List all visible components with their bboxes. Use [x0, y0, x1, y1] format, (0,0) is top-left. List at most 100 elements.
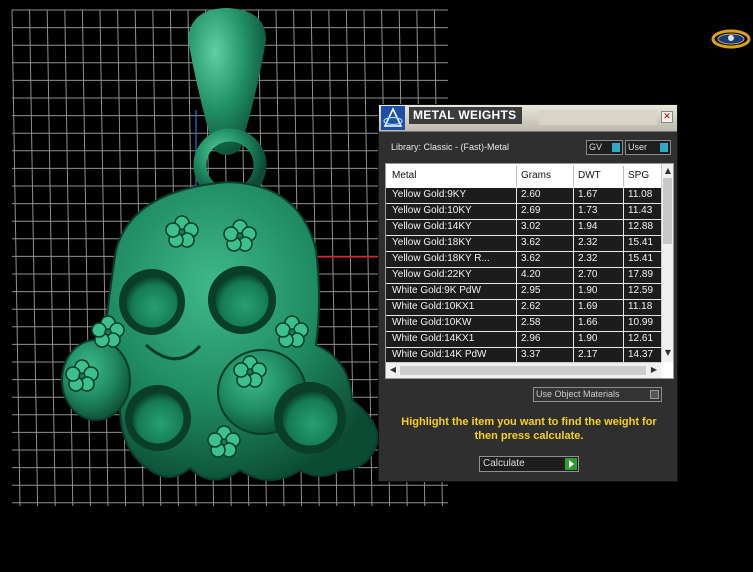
cell-separator — [573, 188, 574, 204]
cell-metal: Yellow Gold:22KY — [392, 269, 472, 280]
cell-spg: 11.43 — [628, 205, 653, 216]
column-separator[interactable] — [623, 166, 624, 186]
cell-separator — [516, 316, 517, 332]
pendant-bail — [188, 8, 267, 202]
vertical-scrollbar[interactable]: ▲ ▼ — [661, 164, 673, 362]
cell-dwt: 2.32 — [578, 237, 598, 248]
table-row[interactable]: White Gold:10KW 2.58 1.66 10.99 — [386, 316, 661, 332]
horizontal-scroll-thumb[interactable] — [400, 366, 646, 375]
gv-toggle-label: GV — [589, 142, 603, 152]
table-row[interactable]: Yellow Gold:9KY 2.60 1.67 11.08 — [386, 188, 661, 204]
cell-separator — [516, 220, 517, 236]
column-header-spg[interactable]: SPG — [628, 170, 649, 181]
cell-dwt: 1.90 — [578, 285, 598, 296]
cell-separator — [573, 300, 574, 316]
cell-metal: White Gold:10KW — [392, 317, 472, 328]
calculate-button[interactable]: Calculate — [479, 456, 579, 472]
table-row[interactable]: Yellow Gold:18KY 3.62 2.32 15.41 — [386, 236, 661, 252]
cell-metal: Yellow Gold:18KY R... — [392, 253, 490, 264]
use-object-materials-checkbox[interactable]: Use Object Materials — [533, 387, 662, 402]
cell-metal: Yellow Gold:9KY — [392, 189, 467, 200]
column-header-metal[interactable]: Metal — [392, 170, 416, 181]
cell-spg: 12.61 — [628, 333, 654, 344]
cell-grams: 3.62 — [521, 237, 541, 248]
panel-title: METAL WEIGHTS — [409, 107, 523, 124]
column-header-grams[interactable]: Grams — [521, 170, 551, 181]
user-toggle-indicator — [660, 143, 668, 152]
cell-grams: 2.62 — [521, 301, 541, 312]
cell-grams: 3.02 — [521, 221, 541, 232]
cell-separator — [623, 284, 624, 300]
cell-separator — [516, 188, 517, 204]
cell-separator — [623, 332, 624, 348]
cell-separator — [516, 332, 517, 348]
cell-spg: 11.08 — [628, 189, 653, 200]
ghost-pendant-model — [61, 180, 380, 481]
cell-separator — [623, 252, 624, 268]
table-row[interactable]: Yellow Gold:22KY 4.20 2.70 17.89 — [386, 268, 661, 284]
user-toggle[interactable]: User — [625, 140, 671, 155]
scroll-right-icon[interactable]: ▶ — [648, 365, 660, 374]
cell-spg: 17.89 — [628, 269, 654, 280]
cell-grams: 3.37 — [521, 349, 541, 360]
cell-separator — [573, 268, 574, 284]
metal-weights-panel: METAL WEIGHTS ✕ Library: Classic - (Fast… — [378, 104, 678, 482]
table-row[interactable]: Yellow Gold:14KY 3.02 1.94 12.88 — [386, 220, 661, 236]
cell-dwt: 1.73 — [578, 205, 598, 216]
cell-spg: 12.59 — [628, 285, 654, 296]
close-button[interactable]: ✕ — [661, 111, 673, 123]
cell-separator — [623, 204, 624, 220]
scroll-up-icon[interactable]: ▲ — [662, 166, 673, 175]
horizontal-scrollbar[interactable]: ◀ ▶ — [386, 362, 661, 378]
titlebar-fill — [539, 110, 657, 125]
cell-grams: 2.96 — [521, 333, 541, 344]
ring-logo-icon — [711, 29, 751, 49]
grid-line — [11, 9, 21, 507]
cell-separator — [573, 316, 574, 332]
cell-separator — [573, 332, 574, 348]
table-row[interactable]: Yellow Gold:10KY 2.69 1.73 11.43 — [386, 204, 661, 220]
gv-toggle[interactable]: GV — [586, 140, 623, 155]
column-separator[interactable] — [516, 166, 517, 186]
cell-dwt: 1.67 — [578, 189, 598, 200]
column-header-dwt[interactable]: DWT — [578, 170, 601, 181]
table-row[interactable]: Yellow Gold:18KY R... 3.62 2.32 15.41 — [386, 252, 661, 268]
scroll-left-icon[interactable]: ◀ — [387, 365, 399, 374]
use-object-materials-label: Use Object Materials — [536, 389, 620, 399]
cell-metal: White Gold:14K PdW — [392, 349, 487, 360]
table-row[interactable]: White Gold:9K PdW 2.95 1.90 12.59 — [386, 284, 661, 300]
cell-spg: 15.41 — [628, 237, 654, 248]
cell-separator — [623, 236, 624, 252]
cell-metal: White Gold:10KX1 — [392, 301, 475, 312]
table-row[interactable]: White Gold:14KX1 2.96 1.90 12.61 — [386, 332, 661, 348]
metal-table[interactable]: Metal Grams DWT SPG Yellow Gold:9KY 2.60 1… — [385, 163, 674, 379]
app-logo-icon — [381, 106, 405, 130]
vertical-scroll-thumb[interactable] — [663, 178, 672, 244]
cell-spg: 10.99 — [628, 317, 654, 328]
cell-spg: 15.41 — [628, 253, 654, 264]
cell-spg: 12.88 — [628, 221, 654, 232]
cell-dwt: 2.32 — [578, 253, 598, 264]
cell-separator — [623, 220, 624, 236]
cell-metal: Yellow Gold:14KY — [392, 221, 472, 232]
library-label: Library: Classic - (Fast)-Metal — [391, 142, 510, 152]
column-separator[interactable] — [573, 166, 574, 186]
grid-line — [64, 9, 74, 507]
checkbox-box[interactable] — [650, 390, 659, 399]
cell-metal: Yellow Gold:18KY — [392, 237, 472, 248]
cell-dwt: 1.90 — [578, 333, 598, 344]
table-header: Metal Grams DWT SPG — [386, 164, 673, 188]
cell-separator — [573, 220, 574, 236]
cell-separator — [573, 236, 574, 252]
user-toggle-label: User — [628, 142, 648, 152]
cell-grams: 2.69 — [521, 205, 541, 216]
table-row[interactable]: White Gold:10KX1 2.62 1.69 11.18 — [386, 300, 661, 316]
cell-separator — [573, 252, 574, 268]
cell-metal: White Gold:14KX1 — [392, 333, 475, 344]
scroll-down-icon[interactable]: ▼ — [662, 348, 673, 357]
panel-titlebar[interactable]: METAL WEIGHTS ✕ — [379, 105, 677, 132]
cell-grams: 2.95 — [521, 285, 541, 296]
cell-separator — [573, 284, 574, 300]
cell-dwt: 1.66 — [578, 317, 598, 328]
cell-separator — [623, 268, 624, 284]
